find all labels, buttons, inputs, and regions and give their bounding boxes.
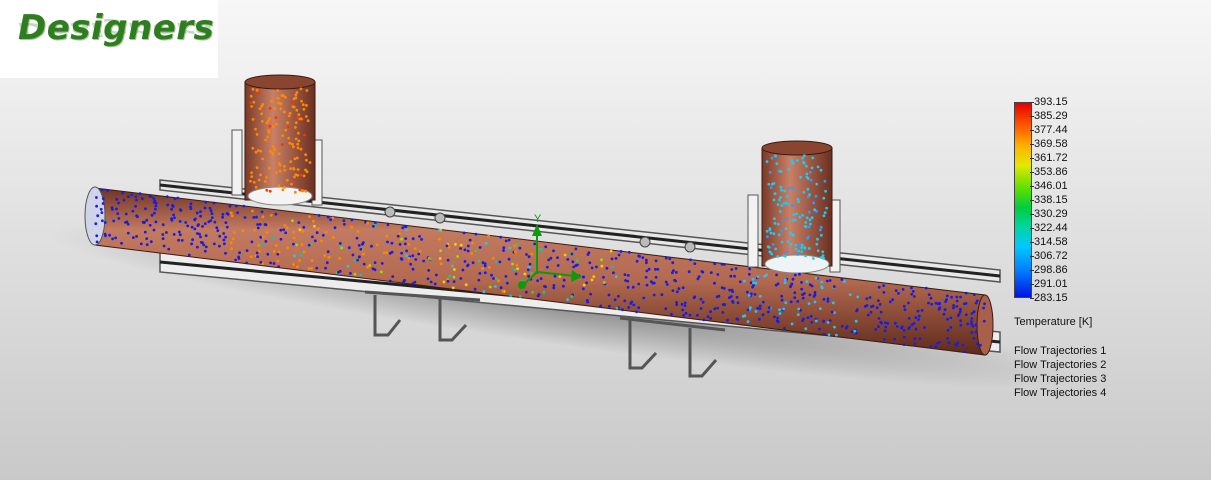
colorbar-tick-label: 330.29 <box>1030 208 1068 220</box>
pipe-left-opening <box>84 186 106 246</box>
colorbar-tick-label: 306.72 <box>1030 250 1068 262</box>
colorbar-tick-label: 283.15 <box>1030 292 1068 304</box>
colorbar-tick-label: 353.86 <box>1030 166 1068 178</box>
colorbar-tick-label: 377.44 <box>1030 124 1068 136</box>
colorbar-tick-label: 322.44 <box>1030 222 1068 234</box>
colorbar-tick-label: 346.01 <box>1030 180 1068 192</box>
left-riser <box>231 74 323 206</box>
colorbar-tick-label: 291.01 <box>1030 278 1068 290</box>
colorbar-tick-label: 369.58 <box>1030 138 1068 150</box>
temperature-legend: 393.15 385.29 377.44 369.58 361.72 353.86 346.… <box>1014 96 1204 399</box>
colorbar-tick-label: 393.15 <box>1030 96 1068 108</box>
legend-trajectory-3: Flow Trajectories 3 <box>1014 373 1107 385</box>
colorbar-tick-label: 361.72 <box>1030 152 1068 164</box>
colorbar-tick-label: 298.86 <box>1030 264 1068 276</box>
colorbar-tick-label: 314.58 <box>1030 236 1068 248</box>
legend-trajectory-4: Flow Trajectories 4 <box>1014 387 1107 399</box>
legend-trajectory-2: Flow Trajectories 2 <box>1014 359 1107 371</box>
colorbar-tick-label: 338.15 <box>1030 194 1068 206</box>
legend-title: Temperature [K] <box>1014 316 1093 328</box>
colorbar-tick-label: 385.29 <box>1030 110 1068 122</box>
legend-trajectory-1: Flow Trajectories 1 <box>1014 345 1107 357</box>
axis-y-label: Y <box>534 213 542 225</box>
